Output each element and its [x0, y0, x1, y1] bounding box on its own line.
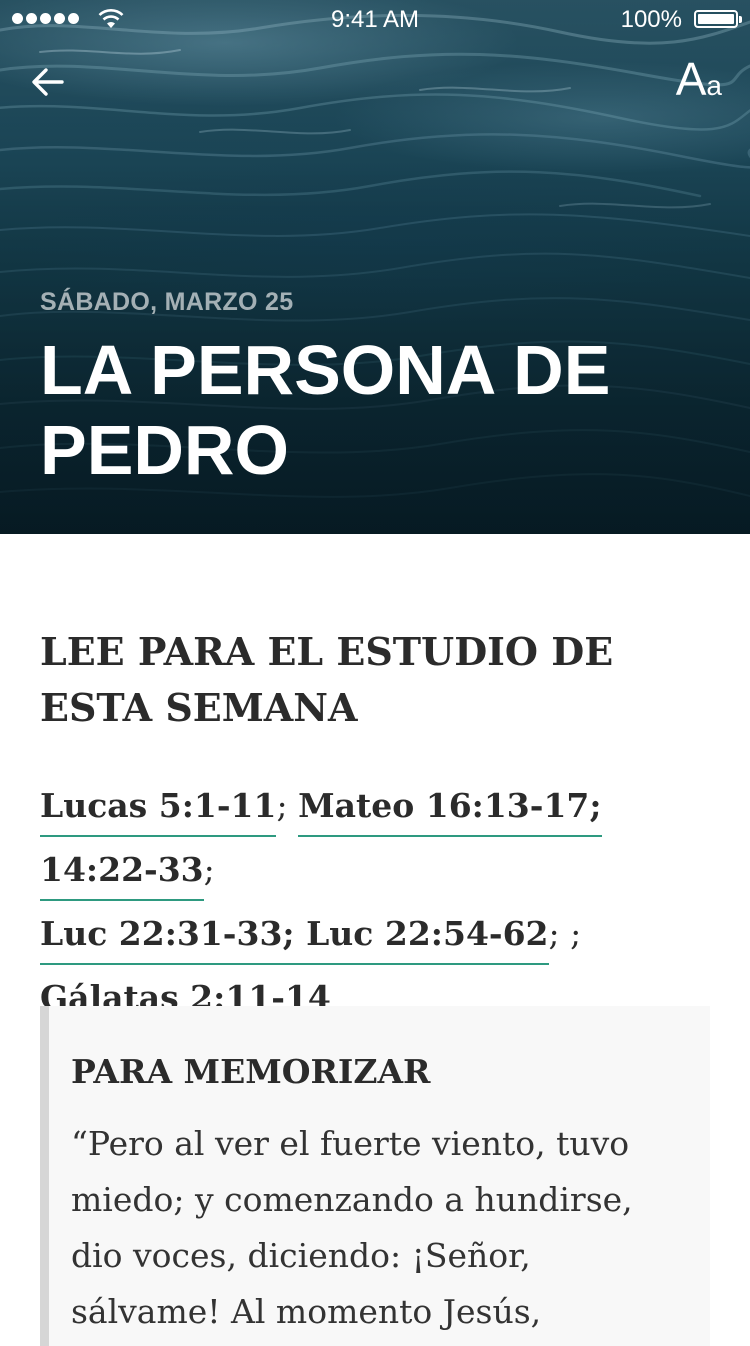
- ref-separator: ; ;: [548, 914, 582, 953]
- battery-percent: 100%: [620, 6, 682, 33]
- memory-verse-text: “Pero al ver el fuerte viento, tuvo mied…: [71, 1124, 633, 1331]
- font-settings-icon-small: a: [706, 70, 722, 101]
- lesson-date: SÁBADO, MARZO 25: [40, 288, 294, 316]
- status-bar: 9:41 AM 100%: [0, 0, 750, 40]
- memory-verse-box: PARA MEMORIZAR “Pero al ver el fuerte vi…: [40, 1006, 710, 1346]
- memory-title: PARA MEMORIZAR: [71, 1052, 431, 1091]
- bible-references: Lucas 5:1-11; Mateo 16:13-17; 14:22-33; …: [40, 774, 720, 1030]
- battery-icon: [694, 10, 742, 28]
- lesson-content: LEE PARA EL ESTUDIO DE ESTA SEMANA Lucas…: [0, 534, 750, 1346]
- ref-link-luc-22[interactable]: Luc 22:31-33; Luc 22:54-62: [40, 914, 549, 965]
- back-arrow-icon[interactable]: [28, 62, 68, 102]
- hero-header: 9:41 AM 100% Aa SÁBADO, MARZO 25 LA PERS…: [0, 0, 750, 534]
- font-settings-button[interactable]: Aa: [676, 56, 722, 102]
- ref-separator: ;: [203, 850, 215, 889]
- ref-link-lucas-5[interactable]: Lucas 5:1-11: [40, 786, 277, 837]
- ref-separator: ;: [276, 786, 299, 825]
- reading-heading: LEE PARA EL ESTUDIO DE ESTA SEMANA: [40, 629, 614, 730]
- font-settings-icon-large: A: [675, 53, 707, 105]
- lesson-title: LA PERSONA DE PEDRO: [40, 331, 611, 489]
